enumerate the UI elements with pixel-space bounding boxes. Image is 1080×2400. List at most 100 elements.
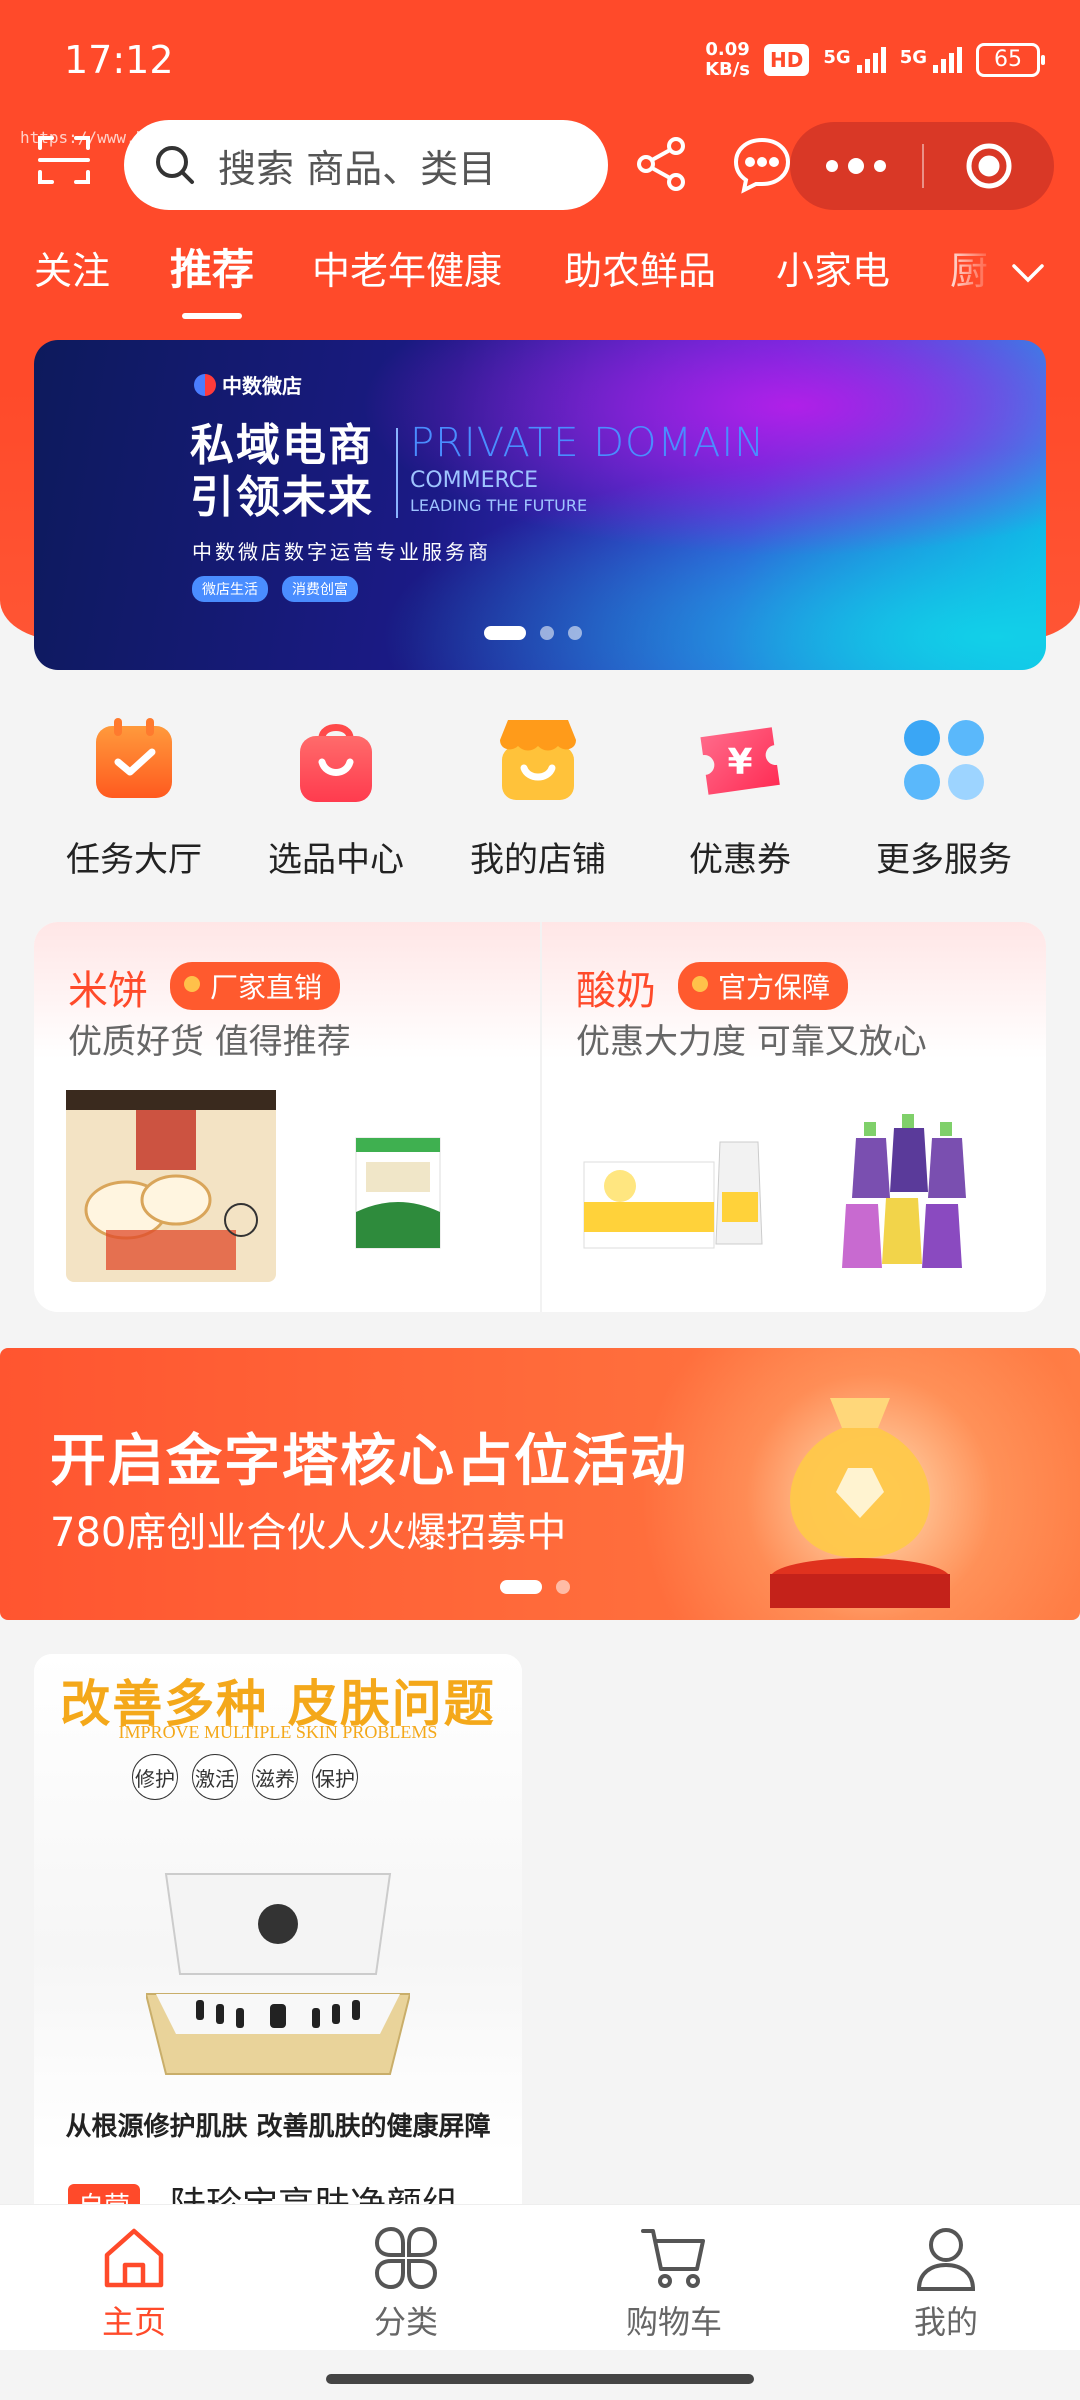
banner-pills: 微店生活 消费创富 xyxy=(192,576,358,602)
banner-pagination xyxy=(484,626,582,640)
service-task-hall[interactable]: 任务大厅 xyxy=(34,710,234,881)
tab-farm-fresh[interactable]: 助农鲜品 xyxy=(564,240,716,295)
banner-pill: 微店生活 xyxy=(192,576,268,602)
shopping-bag-icon xyxy=(286,710,386,810)
promo-desc: 优质好货 值得推荐 xyxy=(68,1022,351,1062)
network-speed-value: 0.09 xyxy=(705,39,750,60)
rice-cake-pack-image xyxy=(355,1137,441,1249)
benefit-badge: 激活 xyxy=(192,1754,238,1800)
service-more[interactable]: 更多服务 xyxy=(844,710,1044,881)
product-caption: 从根源修护肌肤 改善肌肤的健康屏障 xyxy=(65,2112,491,2142)
bottom-nav: 主页 分类 购物车 我的 xyxy=(0,2204,1080,2350)
mini-program-capsule xyxy=(790,122,1054,210)
money-bag-icon xyxy=(770,1398,950,1608)
search-input[interactable]: 搜索 商品、类目 xyxy=(124,120,608,210)
yogurt-box-image xyxy=(583,1141,763,1249)
search-placeholder: 搜索 商品、类目 xyxy=(218,146,497,191)
store-icon xyxy=(488,710,588,810)
battery-icon: 65 xyxy=(976,43,1045,77)
service-label: 更多服务 xyxy=(876,840,1012,880)
gift-box-image xyxy=(146,1873,410,2075)
brand-logo-icon xyxy=(194,373,216,396)
nav-label: 主页 xyxy=(101,2303,166,2341)
service-label: 优惠券 xyxy=(689,840,791,880)
campaign-subtitle: 780席创业合伙人火爆招募中 xyxy=(50,1510,567,1556)
promo-card-rice-cake[interactable]: 米饼 厂家直销 优质好货 值得推荐 xyxy=(34,922,540,1312)
network-speed: 0.09 KB/s xyxy=(705,40,750,80)
tab-small-appliance[interactable]: 小家电 xyxy=(776,240,890,295)
service-label: 选品中心 xyxy=(268,840,404,880)
nav-home[interactable]: 主页 xyxy=(54,2223,214,2343)
category-icon xyxy=(371,2223,441,2293)
service-coupons[interactable]: ¥ 优惠券 xyxy=(640,710,840,881)
grid-icon xyxy=(894,710,994,810)
tab-follow[interactable]: 关注 xyxy=(34,240,110,295)
banner-en-sub: COMMERCE xyxy=(410,468,538,493)
status-indicators: 0.09 KB/s HD 5G 5G 65 xyxy=(705,40,1045,80)
status-bar: 17:12 0.09 KB/s HD 5G 5G 65 xyxy=(0,0,1080,120)
banner-en-title: PRIVATE DOMAIN xyxy=(410,420,766,466)
chevron-down-icon[interactable] xyxy=(1006,250,1050,294)
promo-tag: 厂家直销 xyxy=(170,962,341,1010)
product-headline-en: IMPROVE MULTIPLE SKIN PROBLEMS xyxy=(118,1722,438,1742)
category-tabs: 关注 推荐 中老年健康 助农鲜品 小家电 厨 xyxy=(0,240,1080,320)
product-card[interactable]: 改善多种 皮肤问题 IMPROVE MULTIPLE SKIN PROBLEMS… xyxy=(34,1654,522,2214)
share-icon[interactable] xyxy=(630,132,694,196)
benefit-badge: 修护 xyxy=(132,1754,178,1800)
coupon-icon: ¥ xyxy=(690,710,790,810)
campaign-banner[interactable]: 开启金字塔核心占位活动 780席创业合伙人火爆招募中 xyxy=(0,1348,1080,1620)
banner-subtitle: 中数微店数字运营专业服务商 xyxy=(192,540,491,564)
hero-banner[interactable]: 中数微店 私域电商 引领未来 PRIVATE DOMAIN COMMERCE L… xyxy=(34,340,1046,670)
banner-title: 私域电商 引领未来 xyxy=(190,420,374,523)
target-icon xyxy=(966,143,1012,189)
rice-cake-product-image xyxy=(66,1090,276,1282)
signal-icon: 5G xyxy=(823,47,886,73)
promo-card-yogurt[interactable]: 酸奶 官方保障 优惠大力度 可靠又放心 xyxy=(540,922,1046,1312)
nav-category[interactable]: 分类 xyxy=(326,2223,486,2343)
product-image: 改善多种 皮肤问题 IMPROVE MULTIPLE SKIN PROBLEMS… xyxy=(34,1654,522,2154)
close-mini-program-button[interactable] xyxy=(924,122,1054,210)
promo-desc: 优惠大力度 可靠又放心 xyxy=(576,1022,927,1062)
service-label: 任务大厅 xyxy=(66,840,202,880)
tab-recommend[interactable]: 推荐 xyxy=(170,236,254,319)
calendar-check-icon xyxy=(84,710,184,810)
product-benefits: 修护 激活 滋养 保护 xyxy=(132,1754,358,1800)
more-menu-button[interactable] xyxy=(790,122,922,210)
service-product-center[interactable]: 选品中心 xyxy=(236,710,436,881)
signal-icon-2: 5G xyxy=(900,47,962,73)
promo-title: 米饼 xyxy=(68,968,148,1014)
nav-label: 购物车 xyxy=(625,2303,722,2341)
chat-icon[interactable] xyxy=(730,132,794,196)
service-my-store[interactable]: 我的店铺 xyxy=(438,710,638,881)
banner-en-sub2: LEADING THE FUTURE xyxy=(410,496,588,515)
profile-icon xyxy=(911,2223,981,2293)
campaign-title: 开启金字塔核心占位活动 xyxy=(50,1429,688,1494)
home-indicator[interactable] xyxy=(326,2374,754,2384)
nav-label: 我的 xyxy=(913,2303,978,2341)
signal-label: 5G xyxy=(823,47,851,68)
benefit-badge: 保护 xyxy=(312,1754,358,1800)
network-speed-unit: KB/s xyxy=(705,59,751,80)
banner-brand: 中数微店 xyxy=(194,370,302,399)
scan-icon[interactable] xyxy=(36,132,92,188)
promo-title: 酸奶 xyxy=(576,968,656,1014)
nav-label: 分类 xyxy=(373,2303,438,2341)
cart-icon xyxy=(639,2223,709,2293)
signal-label-2: 5G xyxy=(899,47,927,68)
banner-pill: 消费创富 xyxy=(282,576,358,602)
hd-badge: HD xyxy=(764,44,810,76)
promo-tag: 官方保障 xyxy=(678,962,849,1010)
banner-divider xyxy=(396,428,398,518)
benefit-badge: 滋养 xyxy=(252,1754,298,1800)
campaign-pagination xyxy=(500,1580,570,1594)
promo-section: 米饼 厂家直销 优质好货 值得推荐 酸奶 官方保障 优惠大力度 可靠又放心 xyxy=(34,922,1046,1312)
nav-cart[interactable]: 购物车 xyxy=(594,2223,754,2343)
tab-senior-health[interactable]: 中老年健康 xyxy=(312,240,502,295)
nav-profile[interactable]: 我的 xyxy=(866,2223,1026,2343)
service-grid: 任务大厅 选品中心 我的店铺 ¥ 优惠券 更多服务 xyxy=(0,710,1080,900)
service-label: 我的店铺 xyxy=(470,840,606,880)
search-icon xyxy=(156,146,194,184)
svg-text:¥: ¥ xyxy=(727,742,752,783)
status-time: 17:12 xyxy=(64,38,174,82)
yogurt-pouches-image xyxy=(842,1114,966,1268)
